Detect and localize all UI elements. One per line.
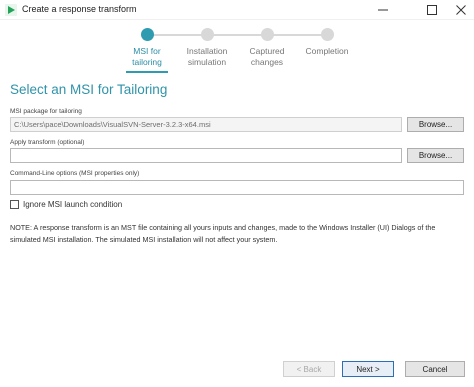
next-button[interactable]: Next > <box>342 361 394 377</box>
maximize-icon <box>427 5 437 15</box>
play-triangle-icon <box>5 4 17 16</box>
command-line-field[interactable] <box>10 180 464 195</box>
transform-browse-button[interactable]: Browse... <box>407 148 464 163</box>
step-dot-completion <box>321 28 334 41</box>
ignore-launch-condition-checkbox[interactable] <box>10 200 19 209</box>
note-text: NOTE: A response transform is an MST fil… <box>10 223 436 244</box>
close-button[interactable] <box>448 0 474 20</box>
minimize-button[interactable] <box>370 0 396 20</box>
apply-transform-field[interactable] <box>10 148 402 163</box>
step-dot-installation-simulation <box>201 28 214 41</box>
back-button[interactable]: < Back <box>283 361 335 377</box>
step-connector <box>273 34 328 36</box>
msi-package-field[interactable]: C:\Users\pace\Downloads\VisualSVN-Server… <box>10 117 402 132</box>
close-icon <box>456 5 466 15</box>
ignore-launch-condition-label[interactable]: Ignore MSI launch condition <box>23 200 122 209</box>
step-connector <box>213 34 267 36</box>
command-line-label: Command-Line options (MSI properties onl… <box>10 170 140 177</box>
window-title: Create a response transform <box>22 4 137 14</box>
title-bar: Create a response transform <box>0 0 474 20</box>
step-dot-captured-changes <box>261 28 274 41</box>
active-step-underline <box>126 71 168 73</box>
minimize-icon <box>378 9 388 11</box>
cancel-button[interactable]: Cancel <box>405 361 465 377</box>
step-label-completion: Completion <box>305 46 349 56</box>
msi-browse-button[interactable]: Browse... <box>407 117 464 132</box>
maximize-button[interactable] <box>419 0 445 20</box>
apply-transform-label: Apply transform (optional) <box>10 139 85 146</box>
msi-package-label: MSI package for tailoring <box>10 108 82 115</box>
page-title: Select an MSI for Tailoring <box>10 82 168 97</box>
step-connector <box>153 34 207 36</box>
step-dot-msi-for-tailoring <box>141 28 154 41</box>
